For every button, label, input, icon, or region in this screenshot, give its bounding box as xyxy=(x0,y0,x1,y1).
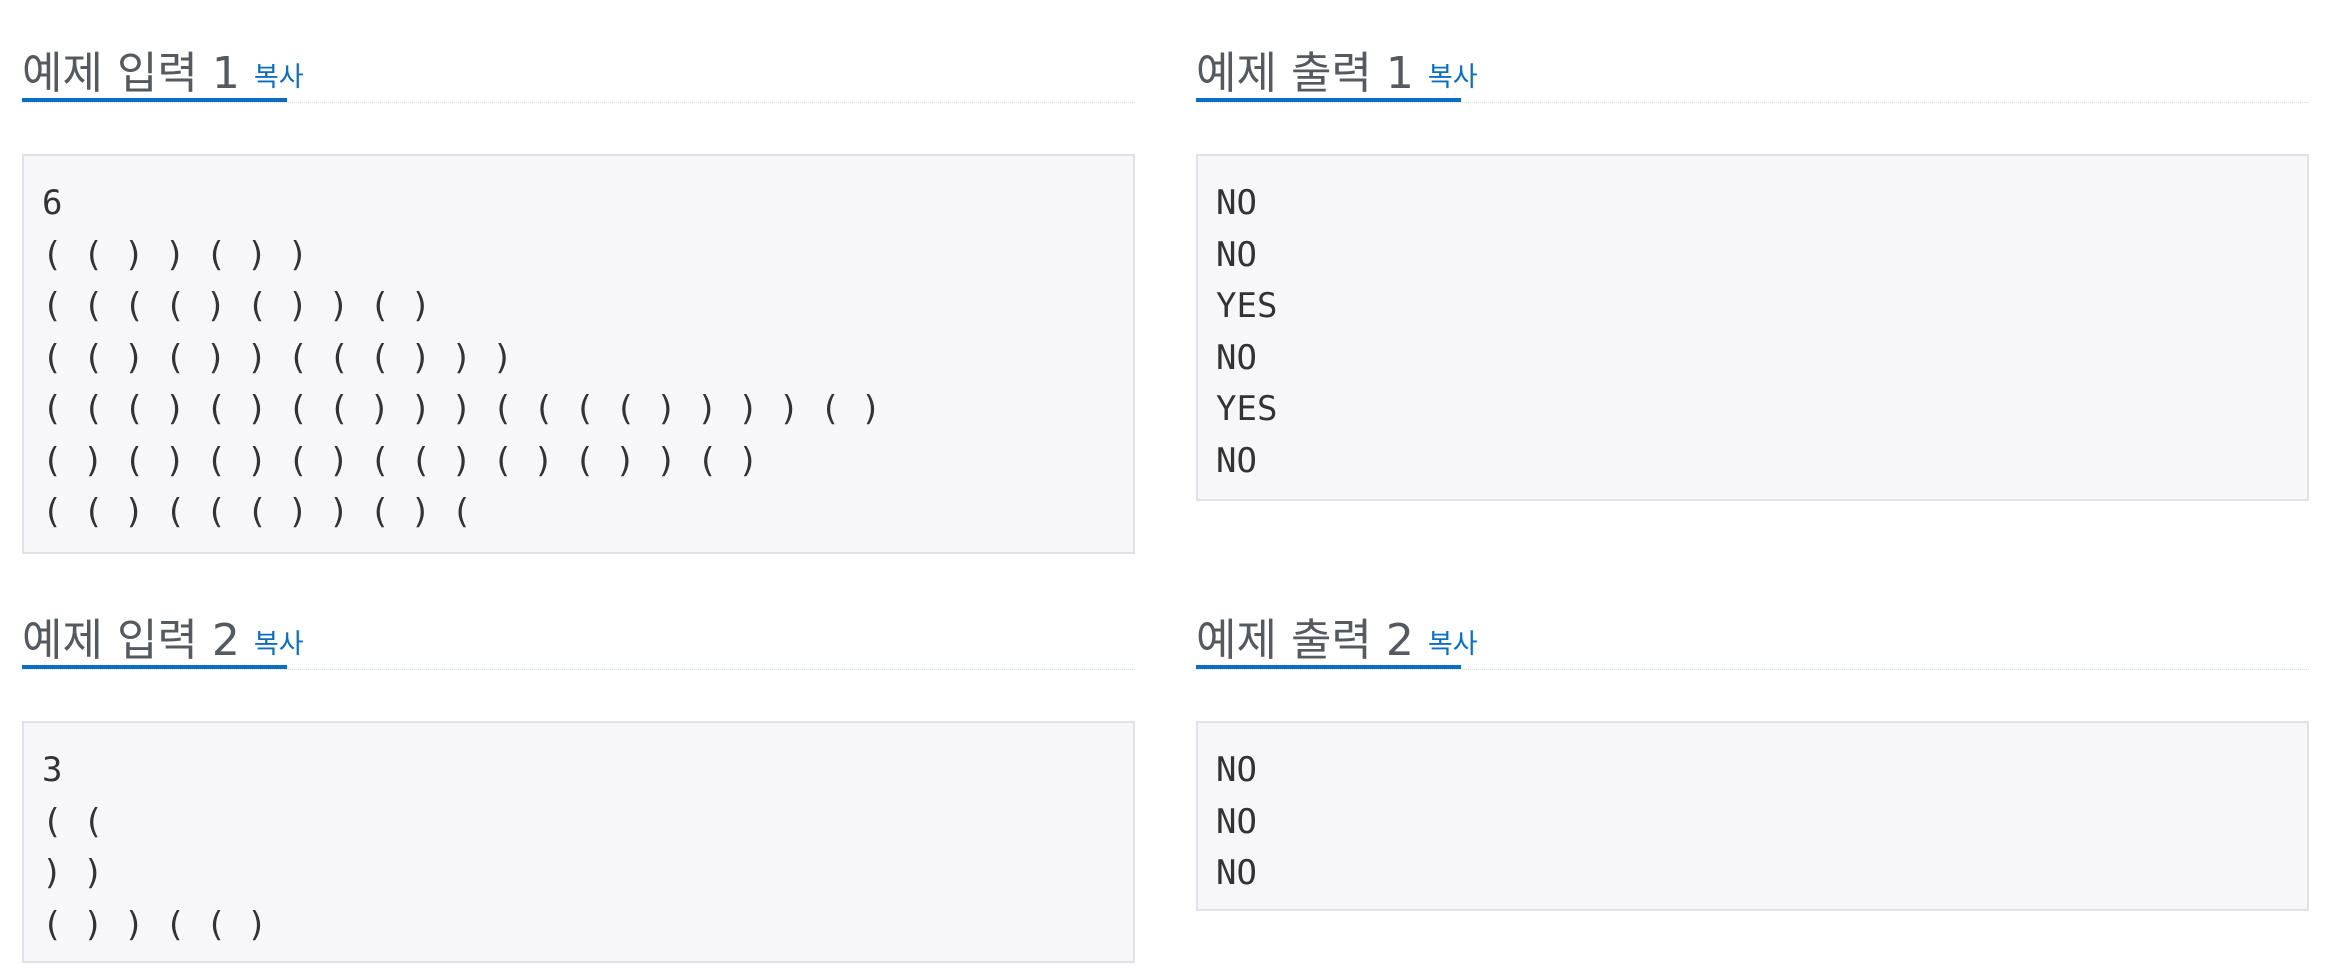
sample-output-2-box: NO NO NO xyxy=(1196,721,2309,911)
sample-output-1-section: 예제 출력 1 복사 NO NO YES NO YES NO xyxy=(1196,20,2309,501)
sample-input-1-headline: 예제 입력 1 복사 xyxy=(22,20,1135,103)
headline-underline: 예제 출력 1 복사 xyxy=(1196,20,1478,102)
headline-underline: 예제 입력 2 복사 xyxy=(22,587,304,669)
sample-output-1-box: NO NO YES NO YES NO xyxy=(1196,154,2309,501)
sample-input-2-title: 예제 입력 2 복사 xyxy=(22,617,304,669)
sample-input-1-section: 예제 입력 1 복사 6 ( ( ) ) ( ) ) ( ( ( ( ) ( ) … xyxy=(22,20,1135,554)
sample-input-2-box: 3 ( ( ) ) ( ) ) ( ( ) xyxy=(22,721,1135,963)
headline-underline: 예제 입력 1 복사 xyxy=(22,20,304,102)
sample-input-1-title: 예제 입력 1 복사 xyxy=(22,50,304,102)
copy-sample-input-2-button[interactable]: 복사 xyxy=(254,621,304,669)
sample-output-2-title: 예제 출력 2 복사 xyxy=(1196,617,1478,669)
sample-output-1-title: 예제 출력 1 복사 xyxy=(1196,50,1478,102)
sample-input-1-box: 6 ( ( ) ) ( ) ) ( ( ( ( ) ( ) ) ( ) ( ( … xyxy=(22,154,1135,554)
sample-output-2-headline: 예제 출력 2 복사 xyxy=(1196,587,2309,670)
copy-sample-output-2-button[interactable]: 복사 xyxy=(1428,621,1478,669)
sample-output-1-headline: 예제 출력 1 복사 xyxy=(1196,20,2309,103)
copy-sample-output-1-button[interactable]: 복사 xyxy=(1428,54,1478,102)
copy-sample-input-1-button[interactable]: 복사 xyxy=(254,54,304,102)
sample-input-2-title-text: 예제 입력 2 xyxy=(22,615,240,666)
sample-output-2-section: 예제 출력 2 복사 NO NO NO xyxy=(1196,587,2309,911)
problem-samples: 예제 입력 1 복사 6 ( ( ) ) ( ) ) ( ( ( ( ) ( ) … xyxy=(0,0,2328,972)
sample-output-1-title-text: 예제 출력 1 xyxy=(1196,48,1414,99)
headline-underline: 예제 출력 2 복사 xyxy=(1196,587,1478,669)
sample-input-2-headline: 예제 입력 2 복사 xyxy=(22,587,1135,670)
sample-input-2-section: 예제 입력 2 복사 3 ( ( ) ) ( ) ) ( ( ) xyxy=(22,587,1135,963)
sample-input-1-title-text: 예제 입력 1 xyxy=(22,48,240,99)
sample-output-2-title-text: 예제 출력 2 xyxy=(1196,615,1414,666)
